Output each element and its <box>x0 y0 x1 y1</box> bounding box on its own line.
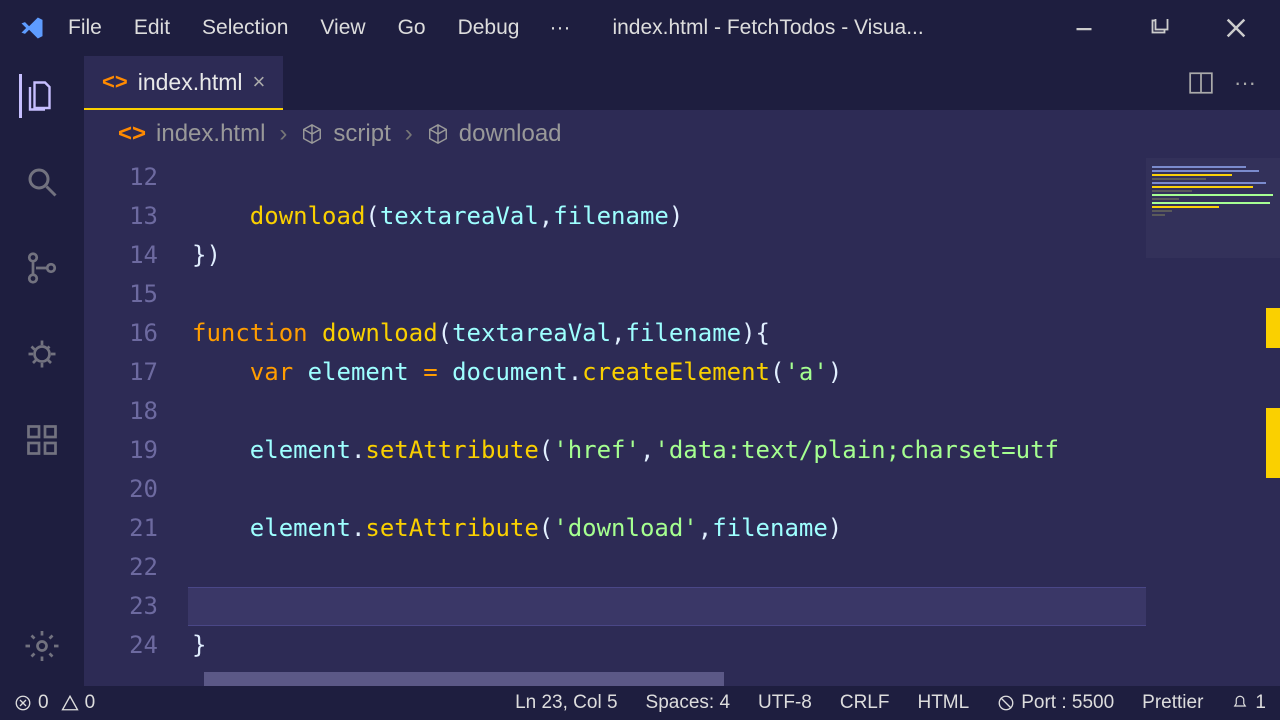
extensions-icon[interactable] <box>20 418 64 462</box>
html-file-icon: <> <box>102 69 128 95</box>
status-language[interactable]: HTML <box>917 692 969 714</box>
status-cursor-position[interactable]: Ln 23, Col 5 <box>515 692 617 714</box>
chevron-right-icon: › <box>405 120 413 148</box>
source-control-icon[interactable] <box>20 246 64 290</box>
status-problems[interactable]: 0 0 <box>14 692 95 714</box>
more-actions-icon[interactable]: ··· <box>1234 70 1256 96</box>
editor-region: <> index.html × ··· <> index.html › <box>84 56 1280 686</box>
split-editor-icon[interactable] <box>1188 70 1214 96</box>
vscode-logo-icon <box>12 14 52 42</box>
search-icon[interactable] <box>20 160 64 204</box>
horizontal-scrollbar[interactable] <box>204 672 724 686</box>
line-number-gutter: 12131415161718192021222324 <box>84 158 188 686</box>
cube-icon <box>427 123 449 145</box>
titlebar: File Edit Selection View Go Debug ··· in… <box>0 0 1280 56</box>
debug-icon[interactable] <box>20 332 64 376</box>
menu-debug[interactable]: Debug <box>442 8 536 48</box>
close-button[interactable] <box>1216 18 1256 38</box>
minimize-button[interactable] <box>1064 18 1104 38</box>
status-notifications[interactable]: 1 <box>1231 692 1266 714</box>
status-encoding[interactable]: UTF-8 <box>758 692 812 714</box>
window-title: index.html - FetchTodos - Visua... <box>584 16 1064 40</box>
breadcrumb-file[interactable]: index.html <box>156 120 265 148</box>
status-indentation[interactable]: Spaces: 4 <box>646 692 731 714</box>
chevron-right-icon: › <box>279 120 287 148</box>
minimap[interactable] <box>1146 158 1280 686</box>
maximize-button[interactable] <box>1140 18 1180 38</box>
settings-gear-icon[interactable] <box>20 624 64 668</box>
menu-selection[interactable]: Selection <box>186 8 304 48</box>
html-file-icon: <> <box>118 120 146 148</box>
tab-close-icon[interactable]: × <box>253 69 266 95</box>
breadcrumbs[interactable]: <> index.html › script › download <box>84 110 1280 158</box>
breadcrumb-script[interactable]: script <box>333 120 390 148</box>
explorer-icon[interactable] <box>19 74 63 118</box>
status-live-server-port[interactable]: Port : 5500 <box>997 692 1114 714</box>
editor-tabs: <> index.html × ··· <box>84 56 1280 110</box>
status-eol[interactable]: CRLF <box>840 692 890 714</box>
tab-filename: index.html <box>138 69 243 96</box>
breadcrumb-download[interactable]: download <box>459 120 562 148</box>
status-bar: 0 0 Ln 23, Col 5 Spaces: 4 UTF-8 CRLF HT… <box>0 686 1280 720</box>
cube-icon <box>301 123 323 145</box>
menu-overflow[interactable]: ··· <box>535 8 584 48</box>
code-editor[interactable]: 12131415161718192021222324 download(text… <box>84 158 1280 686</box>
status-formatter[interactable]: Prettier <box>1142 692 1203 714</box>
activity-bar <box>0 56 84 686</box>
code-content[interactable]: download(textareaVal,filename)}) functio… <box>188 158 1280 686</box>
menu-file[interactable]: File <box>52 8 118 48</box>
menu-go[interactable]: Go <box>382 8 442 48</box>
menu-bar: File Edit Selection View Go Debug ··· <box>52 8 584 48</box>
menu-edit[interactable]: Edit <box>118 8 186 48</box>
window-controls <box>1064 18 1268 38</box>
menu-view[interactable]: View <box>304 8 381 48</box>
tab-index-html[interactable]: <> index.html × <box>84 56 283 110</box>
